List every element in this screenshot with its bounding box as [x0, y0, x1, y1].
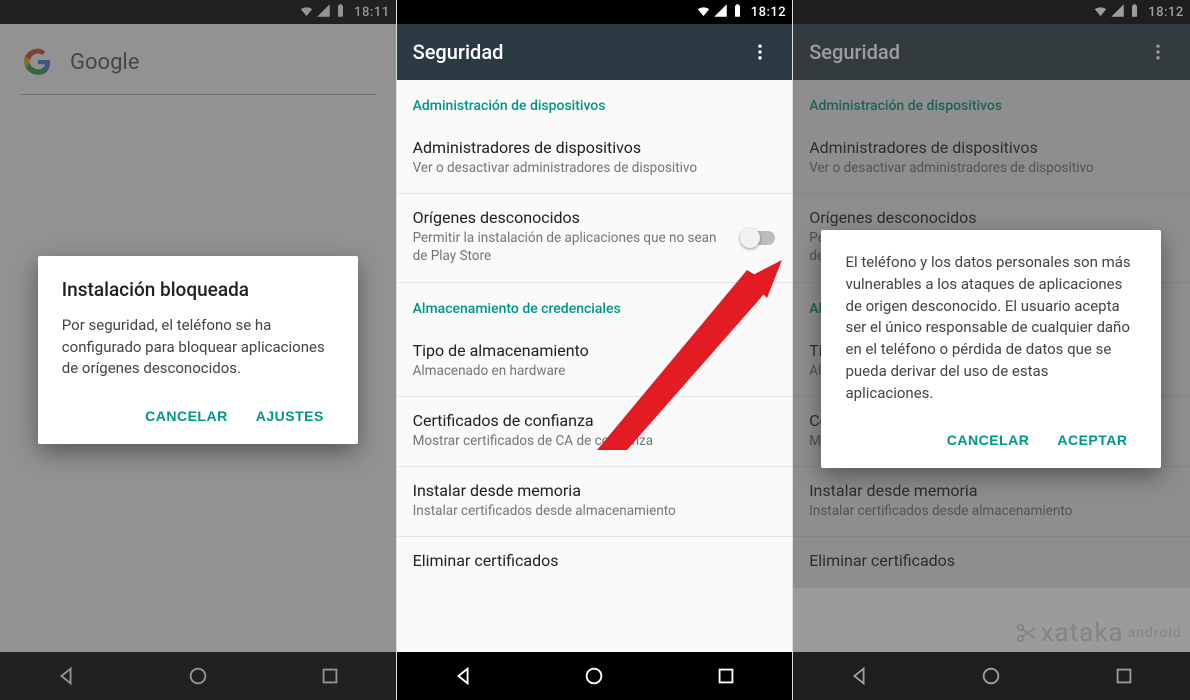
dialog-scrim: El teléfono y los datos personales son m… [793, 0, 1190, 700]
app-bar-title: Seguridad [413, 40, 504, 64]
item-subtitle: Instalar certificados desde almacenamien… [413, 502, 777, 520]
item-trusted-certs[interactable]: Certificados de confianza Mostrar certif… [397, 397, 793, 467]
item-subtitle: Almacenado en hardware [413, 362, 777, 380]
status-bar: 18:12 [397, 0, 793, 24]
nav-back-button[interactable] [433, 665, 493, 687]
cancel-button[interactable]: CANCELAR [135, 398, 238, 434]
unknown-sources-confirm-dialog: El teléfono y los datos personales son m… [821, 230, 1161, 468]
wifi-icon [696, 3, 711, 22]
item-title: Tipo de almacenamiento [413, 341, 777, 360]
section-credentials: Almacenamiento de credenciales [397, 283, 793, 327]
install-blocked-dialog: Instalación bloqueada Por seguridad, el … [38, 256, 358, 444]
item-install-from-storage[interactable]: Instalar desde memoria Instalar certific… [397, 467, 793, 537]
item-title: Orígenes desconocidos [413, 208, 777, 227]
signal-icon [713, 3, 728, 22]
item-title: Certificados de confianza [413, 411, 777, 430]
dialog-body: El teléfono y los datos personales son m… [845, 252, 1137, 404]
dialog-actions: CANCELAR AJUSTES [62, 398, 334, 434]
item-subtitle: Ver o desactivar administradores de disp… [413, 159, 777, 177]
unknown-sources-toggle[interactable] [740, 228, 776, 248]
item-title: Administradores de dispositivos [413, 138, 777, 157]
overflow-menu-button[interactable] [740, 24, 780, 80]
item-subtitle: Mostrar certificados de CA de confianza [413, 432, 777, 450]
nav-bar [397, 652, 793, 700]
cancel-button[interactable]: CANCELAR [937, 422, 1040, 458]
item-clear-certs[interactable]: Eliminar certificados [397, 537, 793, 588]
item-storage-type[interactable]: Tipo de almacenamiento Almacenado en har… [397, 327, 793, 397]
phone-screen-1: 18:11 Google Instalación bloqueada Por s… [0, 0, 397, 700]
app-bar: Seguridad [397, 24, 793, 80]
item-title: Instalar desde memoria [413, 481, 777, 500]
section-device-admin: Administración de dispositivos [397, 80, 793, 124]
dialog-title: Instalación bloqueada [62, 278, 334, 301]
dialog-actions: CANCELAR ACEPTAR [845, 422, 1137, 458]
dialog-body: Por seguridad, el teléfono se ha configu… [62, 315, 334, 380]
settings-button[interactable]: AJUSTES [246, 398, 334, 434]
item-subtitle: Permitir la instalación de aplicaciones … [413, 229, 777, 265]
battery-icon [730, 3, 745, 22]
item-device-admins[interactable]: Administradores de dispositivos Ver o de… [397, 124, 793, 194]
settings-list: Administración de dispositivos Administr… [397, 80, 793, 588]
phone-screen-2: 18:12 Seguridad Administración de dispos… [397, 0, 794, 700]
item-title: Eliminar certificados [413, 551, 777, 570]
accept-button[interactable]: ACEPTAR [1047, 422, 1137, 458]
status-time: 18:12 [751, 5, 786, 20]
item-unknown-sources[interactable]: Orígenes desconocidos Permitir la instal… [397, 194, 793, 282]
dialog-scrim: Instalación bloqueada Por seguridad, el … [0, 0, 396, 700]
phone-screen-3: 18:12 Seguridad Administración de dispos… [793, 0, 1190, 700]
nav-home-button[interactable] [564, 665, 624, 687]
nav-recent-button[interactable] [696, 665, 756, 687]
